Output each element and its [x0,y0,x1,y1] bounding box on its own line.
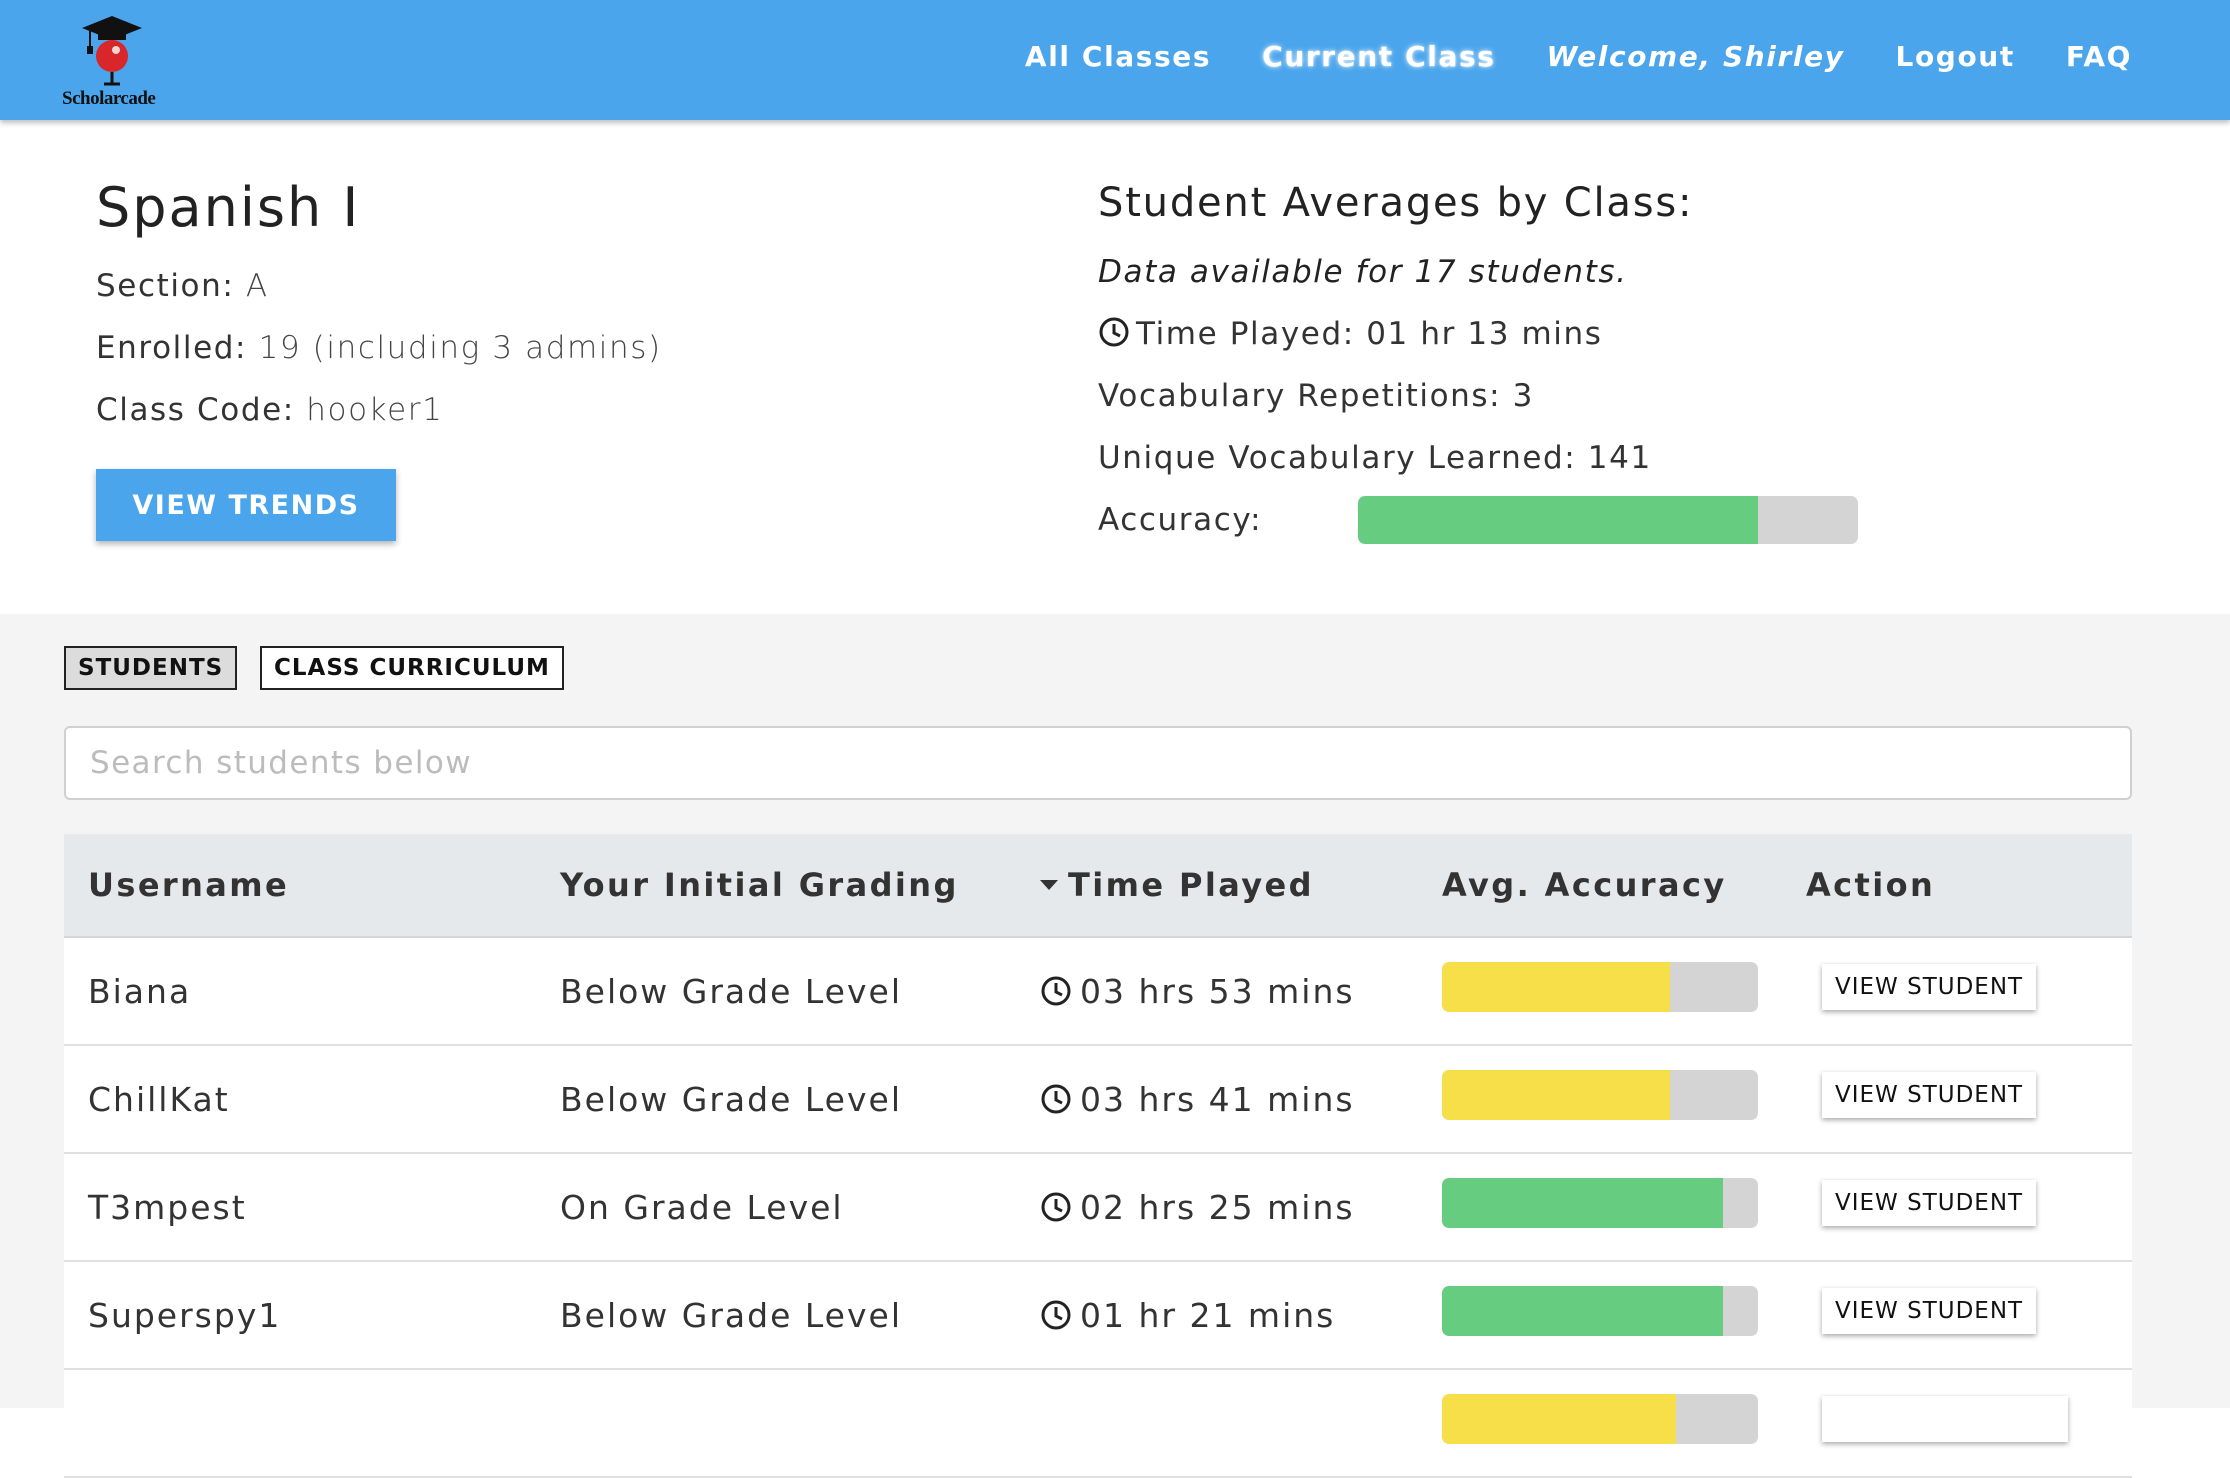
sort-desc-icon [1040,880,1058,890]
avg-vocab-reps: Vocabulary Repetitions: 3 [1098,378,1534,414]
reps-label: Vocabulary Repetitions: [1098,378,1502,414]
row-grading: Below Grade Level [560,1080,902,1119]
nav-logout[interactable]: Logout [1896,40,2015,73]
class-enrolled: Enrolled: 19 (including 3 admins) [96,330,662,366]
avg-accuracy-bar [1358,496,1858,544]
clock-icon [1041,1192,1071,1222]
row-accuracy-fill [1442,1178,1724,1228]
row-username: ChillKat [88,1080,230,1119]
view-student-button[interactable]: VIEW STUDENT [1822,1180,2037,1226]
header-time-played[interactable]: Time Played [1040,866,1314,904]
scholarcade-logo[interactable]: Scholarcade [58,10,178,110]
class-code: Class Code: hooker1 [96,392,443,428]
header-username[interactable]: Username [88,866,289,904]
students-panel: STUDENTS CLASS CURRICULUM Username Your … [0,614,2230,1478]
search-students-input[interactable] [64,726,2132,800]
row-time-value: 01 hr 21 mins [1080,1296,1336,1335]
avg-time-played: Time Played: 01 hr 13 mins [1098,316,1603,352]
clock-icon [1099,317,1129,347]
header-time-played-label: Time Played [1068,866,1314,904]
view-student-button[interactable]: VIEW STUDENT [1822,964,2037,1010]
section-label: Section: [96,268,235,304]
section-value: A [245,268,269,304]
row-time: 03 hrs 41 mins [1040,1080,1355,1119]
enrolled-label: Enrolled: [96,330,248,366]
view-trends-button[interactable]: VIEW TRENDS [96,469,396,541]
header-avg-accuracy[interactable]: Avg. Accuracy [1442,866,1727,904]
students-table: Username Your Initial Grading Time Playe… [64,834,2132,1478]
reps-value: 3 [1512,378,1534,414]
nav-all-classes[interactable]: All Classes [1025,40,1211,73]
view-student-button[interactable] [1822,1396,2068,1442]
row-grading: Below Grade Level [560,972,902,1011]
row-accuracy-bar [1442,1286,1758,1336]
clock-icon [1041,976,1071,1006]
time-value: 01 hr 13 mins [1366,316,1603,352]
nav-current-class[interactable]: Current Class [1262,40,1495,73]
time-label: Time Played: [1136,316,1355,352]
row-time-value: 03 hrs 41 mins [1080,1080,1355,1119]
row-grading: Below Grade Level [560,1296,902,1335]
unique-label: Unique Vocabulary Learned: [1098,440,1577,476]
row-accuracy-bar [1442,1178,1758,1228]
row-accuracy-fill [1442,1286,1724,1336]
row-time: 03 hrs 53 mins [1040,972,1355,1011]
code-label: Class Code: [96,392,295,428]
table-header: Username Your Initial Grading Time Playe… [64,834,2132,938]
accuracy-fill [1358,496,1758,544]
clock-icon [1041,1300,1071,1330]
tab-students[interactable]: STUDENTS [64,646,238,690]
table-body: Biana Below Grade Level 03 hrs 53 mins V… [64,938,2132,1478]
main-nav: All Classes Current Class Welcome, Shirl… [1025,40,2132,73]
row-time-value: 03 hrs 53 mins [1080,972,1355,1011]
avg-unique-vocab: Unique Vocabulary Learned: 141 [1098,440,1652,476]
row-time: 02 hrs 25 mins [1040,1188,1355,1227]
table-row: Superspy1 Below Grade Level 01 hr 21 min… [64,1262,2132,1370]
class-section: Section: A [96,268,269,304]
row-accuracy-bar [1442,962,1758,1012]
class-info-panel: Spanish I Section: A Enrolled: 19 (inclu… [96,176,660,428]
logo-text: Scholarcade [62,88,156,109]
row-accuracy-fill [1442,1394,1676,1444]
top-navbar: Scholarcade All Classes Current Class We… [0,0,2230,120]
table-row: T3mpest On Grade Level 02 hrs 25 mins VI… [64,1154,2132,1262]
row-username: Superspy1 [88,1296,282,1335]
row-time-value: 02 hrs 25 mins [1080,1188,1355,1227]
code-value: hooker1 [306,392,444,428]
unique-value: 141 [1587,440,1652,476]
table-row: Biana Below Grade Level 03 hrs 53 mins V… [64,938,2132,1046]
graduation-cap-icon [82,16,142,86]
tab-class-curriculum[interactable]: CLASS CURRICULUM [260,646,564,690]
row-accuracy-fill [1442,962,1670,1012]
nav-faq[interactable]: FAQ [2066,40,2132,73]
row-time: 01 hr 21 mins [1040,1296,1335,1335]
row-username: T3mpest [88,1188,247,1227]
table-row-partial [64,1370,2132,1478]
accuracy-label: Accuracy: [1098,502,1263,538]
clock-icon [1041,1084,1071,1114]
enrolled-value: 19 (including 3 admins) [258,330,662,366]
row-accuracy-bar [1442,1394,1758,1444]
averages-note: Data available for 17 students. [1098,254,1628,290]
averages-title: Student Averages by Class: [1098,180,1694,226]
class-title: Spanish I [96,176,361,239]
table-row: ChillKat Below Grade Level 03 hrs 41 min… [64,1046,2132,1154]
view-student-button[interactable]: VIEW STUDENT [1822,1288,2037,1334]
header-initial-grading[interactable]: Your Initial Grading [560,866,959,904]
nav-welcome-user[interactable]: Welcome, Shirley [1547,40,1845,73]
row-accuracy-bar [1442,1070,1758,1120]
row-username: Biana [88,972,192,1011]
header-action: Action [1806,866,1936,904]
row-grading: On Grade Level [560,1188,844,1227]
view-student-button[interactable]: VIEW STUDENT [1822,1072,2037,1118]
row-accuracy-fill [1442,1070,1670,1120]
